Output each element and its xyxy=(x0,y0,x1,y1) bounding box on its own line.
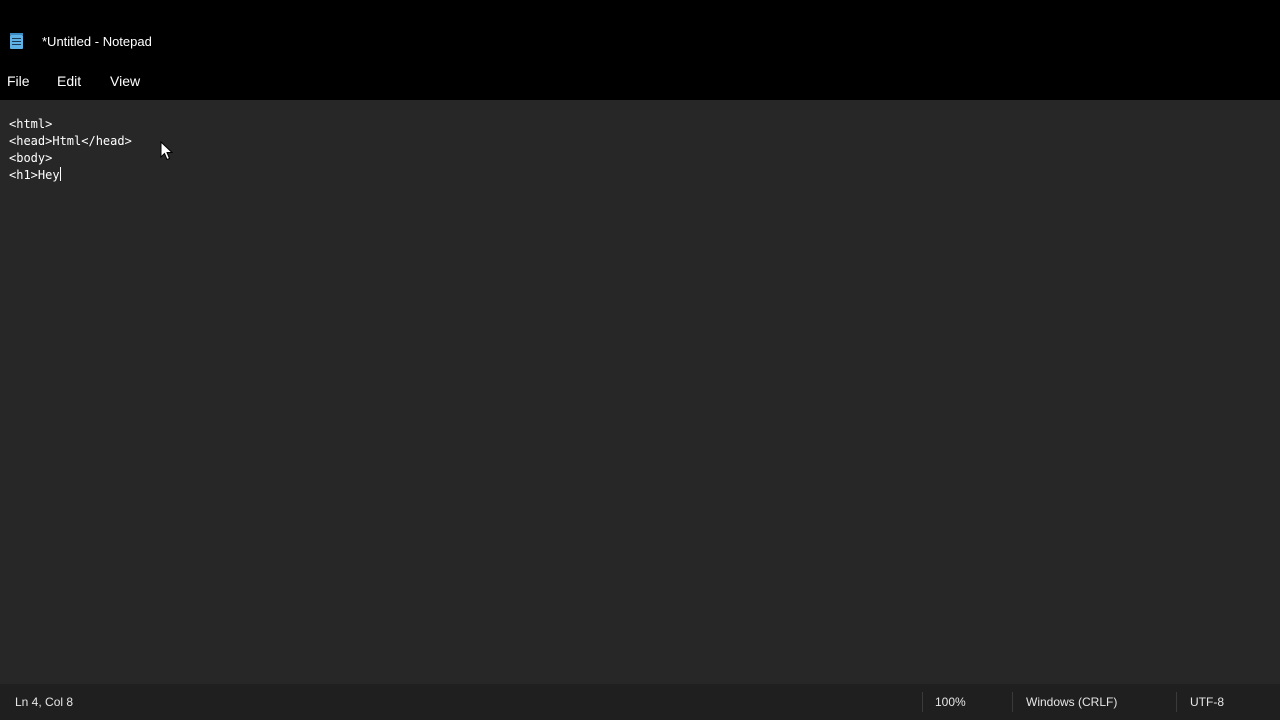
line-ending: Windows (CRLF) xyxy=(1026,695,1118,709)
status-bar: Ln 4, Col 8 100% Windows (CRLF) UTF-8 xyxy=(0,684,1280,720)
menu-edit[interactable]: Edit xyxy=(57,72,81,90)
text-editor[interactable]: <html> <head>Html</head> <body> <h1>Hey xyxy=(0,100,1280,684)
notepad-window: *Untitled - Notepad File Edit View <html… xyxy=(0,0,1280,720)
encoding: UTF-8 xyxy=(1190,695,1224,709)
text-line-1: <html> xyxy=(9,117,53,131)
status-divider xyxy=(1012,692,1013,712)
zoom-level: 100% xyxy=(935,695,966,709)
mouse-pointer-icon xyxy=(160,141,174,161)
status-divider xyxy=(922,692,923,712)
text-line-4: <h1>Hey xyxy=(9,168,60,182)
menu-bar: File Edit View xyxy=(0,62,1280,100)
text-line-2: <head>Html</head> xyxy=(9,134,132,148)
menu-file[interactable]: File xyxy=(7,72,30,90)
menu-view[interactable]: View xyxy=(110,72,140,90)
notepad-icon xyxy=(10,33,23,49)
cursor-position: Ln 4, Col 8 xyxy=(15,695,74,709)
text-line-4-container: <h1>Hey xyxy=(9,167,132,184)
editor-content[interactable]: <html> <head>Html</head> <body> <h1>Hey xyxy=(9,116,132,184)
text-line-3: <body> xyxy=(9,151,53,165)
text-caret xyxy=(59,167,61,181)
status-divider xyxy=(1176,692,1177,712)
title-bar[interactable]: *Untitled - Notepad xyxy=(0,0,1280,62)
window-title: *Untitled - Notepad xyxy=(42,34,152,49)
